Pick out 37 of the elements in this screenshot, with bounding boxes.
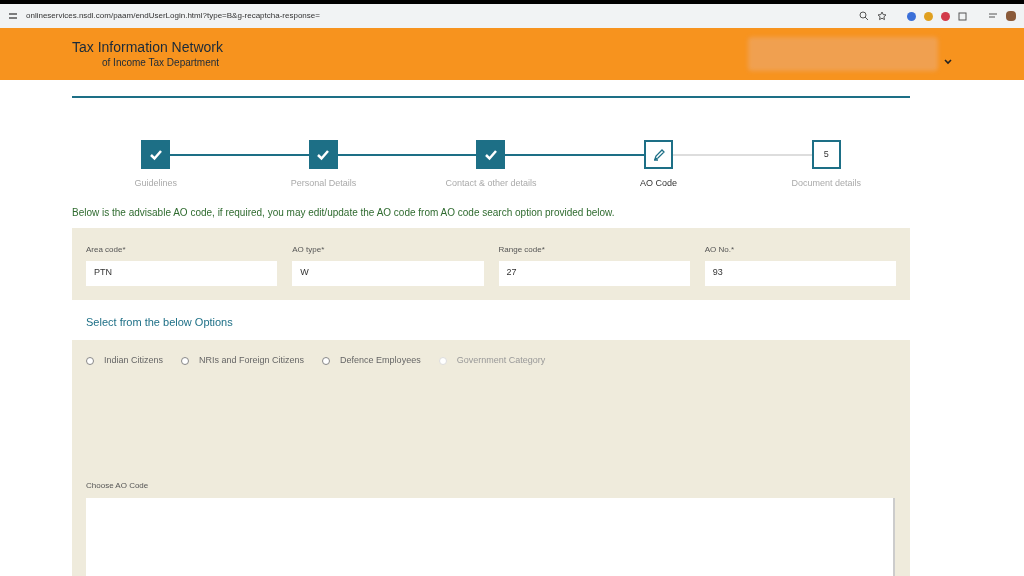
site-settings-icon[interactable] xyxy=(8,11,18,21)
zoom-icon[interactable] xyxy=(859,11,869,21)
step-label: Document details xyxy=(791,177,861,190)
input-field[interactable]: 93 xyxy=(704,260,896,286)
check-icon xyxy=(316,148,331,161)
step-label: Contact & other details xyxy=(445,177,537,190)
profile-icon[interactable] xyxy=(1006,11,1016,21)
input-field[interactable]: W xyxy=(292,260,484,286)
puzzle-icon[interactable] xyxy=(958,11,968,21)
field-label: Choose AO Code xyxy=(86,479,150,492)
radio-label: Defence Employees xyxy=(340,354,421,367)
input-field[interactable]: PTN xyxy=(86,260,278,286)
input-field[interactable]: 27 xyxy=(498,260,690,286)
site-title: Tax Information Network xyxy=(72,38,224,55)
field-label: AO type* xyxy=(292,243,326,256)
pencil-icon xyxy=(651,147,666,162)
instruction-text: Below is the advisable AO code, if required, you may edit/update the AO code from AO code search option provided below. xyxy=(72,205,616,220)
radio-label: NRIs and Foreign Citizens xyxy=(199,354,305,367)
radio-button[interactable] xyxy=(322,356,331,365)
field-label: AO No.* xyxy=(704,243,736,256)
check-icon xyxy=(484,148,498,161)
radio-label: Government Category xyxy=(456,354,546,367)
radio-button[interactable] xyxy=(86,356,94,365)
step-number: 5 xyxy=(811,140,841,169)
step-label: Guidelines xyxy=(134,177,178,190)
menu-icon[interactable] xyxy=(988,11,998,21)
chevron-down-icon[interactable] xyxy=(944,59,952,65)
field-label: Range code* xyxy=(498,243,546,256)
radio-label: Indian Citizens xyxy=(104,354,164,367)
site-subtitle: of Income Tax Department xyxy=(101,55,221,70)
check-icon xyxy=(148,148,163,161)
star-icon[interactable] xyxy=(877,11,887,21)
field-label: Area code* xyxy=(86,243,127,256)
step-label: Personal Details xyxy=(290,177,357,190)
radio-button[interactable] xyxy=(181,356,190,365)
section-title: Select from the below Options xyxy=(86,314,234,330)
step-label: AO Code xyxy=(640,177,678,190)
